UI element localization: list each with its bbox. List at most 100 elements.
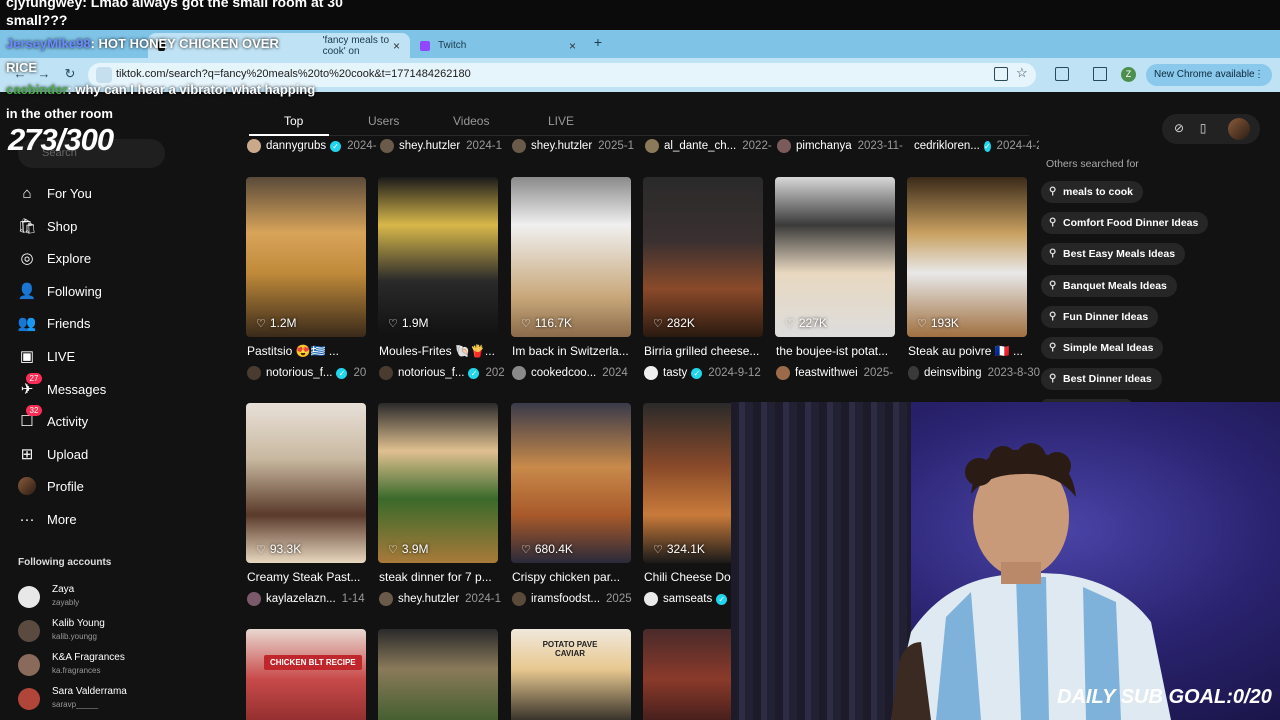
account-name: K&A Fragrances (52, 652, 125, 663)
video-author[interactable]: tasty ✓ 2024-9-12 (644, 365, 776, 381)
sidebar-item-for-you[interactable]: ⌂ For You (18, 182, 91, 204)
related-search-pill[interactable]: ⚲ Comfort Food Dinner Ideas (1041, 212, 1209, 235)
video-caption[interactable]: Pastitsio 😍🇬🇷 ... (247, 344, 375, 358)
verified-badge-icon: ✓ (983, 140, 991, 152)
video-card[interactable]: ♡ 193K Steak au poivre 🇫🇷 ... deinsvibing 20… (907, 177, 1040, 382)
tab-top[interactable]: Top (284, 114, 303, 128)
close-tab-icon[interactable]: × (393, 39, 400, 53)
video-caption[interactable]: Moules-Frites 🐚🍟... (379, 344, 507, 358)
video-card[interactable]: ♡ 1.9M Moules-Frites 🐚🍟... notorious_f... ✓ 2… (378, 177, 505, 382)
video-caption[interactable]: Im back in Switzerla... (512, 344, 640, 358)
tab-users[interactable]: Users (368, 114, 399, 128)
sidebar-item-label: Messages (47, 381, 107, 397)
related-search-pill[interactable]: ⚲ Simple Meal Ideas (1041, 337, 1164, 359)
sidebar-item-more[interactable]: ··· More (18, 508, 77, 530)
cast-icon[interactable] (1055, 67, 1069, 81)
video-thumbnail[interactable] (378, 403, 498, 563)
video-thumbnail[interactable] (511, 403, 631, 563)
forward-icon[interactable]: → (36, 66, 52, 82)
install-app-icon[interactable] (994, 67, 1008, 81)
video-thumbnail[interactable] (246, 403, 366, 563)
video-author[interactable]: feastwithwei 2025- (776, 365, 908, 381)
compass-icon: ◎ (20, 250, 34, 267)
active-tab-indicator (249, 134, 329, 136)
video-caption[interactable]: the boujee-ist potat... (776, 344, 904, 358)
following-account[interactable]: Kalib Young kalib.youngg (18, 618, 168, 648)
mobile-app-icon[interactable]: ▯ (1196, 121, 1210, 135)
following-account[interactable]: K&A Fragrances ka.fragrances (18, 652, 168, 682)
video-author[interactable]: kaylazelazn... 1-14 (247, 591, 379, 607)
post-date: 2025 (606, 593, 632, 605)
tab-videos[interactable]: Videos (453, 114, 489, 128)
related-search-pill[interactable]: ⚲ Best Easy Meals Ideas (1041, 243, 1186, 266)
sidebar-item-upload[interactable]: ⊞ Upload (18, 443, 89, 465)
sidebar-item-shop[interactable]: 🛍 Shop (17, 215, 77, 237)
author-row[interactable]: dannygrubs ✓ 2024- (247, 138, 377, 154)
video-card[interactable]: ♡ 227K the boujee-ist potat... feastwithwei… (775, 177, 895, 382)
author-row[interactable]: cedrikloren...✓ 2024-4-24 (909, 138, 1039, 154)
user-avatar[interactable] (1228, 118, 1250, 140)
chrome-profile-avatar[interactable]: Z (1121, 67, 1136, 82)
close-tab-icon[interactable]: × (569, 39, 576, 53)
profile-avatar (18, 477, 36, 495)
video-thumbnail[interactable] (775, 177, 895, 337)
video-caption[interactable]: Birria grilled cheese... (644, 344, 772, 358)
account-handle: zayably (52, 598, 80, 607)
video-card[interactable]: ♡ 282K Birria grilled cheese... tasty ✓ 2024-… (643, 177, 763, 382)
like-value: 1.2M (269, 316, 297, 330)
video-thumbnail[interactable] (378, 177, 498, 337)
bookmark-star-icon[interactable]: ☆ (1016, 65, 1028, 81)
related-search-pill[interactable]: ⚲ meals to cook (1041, 181, 1144, 203)
video-thumbnail[interactable] (643, 177, 763, 337)
video-card[interactable]: ♡ 1.2M Pastitsio 😍🇬🇷 ... notorious_f... ✓ 20 (246, 177, 366, 382)
related-search-pill[interactable]: ⚲ Banquet Meals Ideas (1041, 274, 1177, 297)
sidebar-item-following[interactable]: 👤 Following (18, 280, 102, 302)
author-row[interactable]: shey.hutzler 2024-1 (380, 138, 510, 154)
new-tab-icon[interactable]: + (590, 34, 606, 50)
following-account[interactable]: Sara Valderrama saravp_____ (18, 686, 168, 716)
tab-search-icon[interactable] (1093, 67, 1107, 81)
video-caption[interactable]: steak dinner for 7 p... (379, 570, 507, 584)
author-avatar (645, 139, 659, 153)
tab-twitch[interactable]: Twitch × (410, 33, 586, 58)
video-card[interactable]: ♡ 3.9M steak dinner for 7 p... shey.hutzler… (378, 403, 501, 608)
like-count: ♡ 282K (653, 316, 695, 330)
video-thumbnail[interactable] (378, 629, 498, 720)
following-account[interactable]: Zaya zayably (18, 584, 168, 614)
verified-badge-icon: ✓ (691, 367, 703, 379)
video-thumbnail[interactable] (246, 629, 366, 720)
author-row[interactable]: al_dante_ch... 2022- (645, 138, 775, 154)
author-row[interactable]: shey.hutzler 2025-1 (512, 138, 642, 154)
related-search-pill[interactable]: ⚲ Best Dinner Ideas (1041, 368, 1162, 391)
author-name: cedrikloren... (914, 140, 980, 152)
chrome-menu-icon[interactable]: ⋮ (1254, 64, 1264, 86)
video-author[interactable]: cookedcoo... 2024 (512, 365, 644, 381)
video-card[interactable]: ♡ 680.4K Crispy chicken par... iramsfoodst.… (511, 403, 632, 608)
reload-icon[interactable]: ↻ (62, 66, 78, 82)
sidebar-item-live[interactable]: ▣ LIVE (18, 345, 75, 367)
video-author[interactable]: iramsfoodst... 2025 (512, 591, 644, 607)
site-settings-icon[interactable] (96, 67, 112, 83)
new-chrome-available-button[interactable]: New Chrome available ⋮ (1146, 64, 1272, 86)
tab-live[interactable]: LIVE (548, 114, 574, 128)
video-caption[interactable]: Steak au poivre 🇫🇷 ... (908, 344, 1036, 358)
author-row[interactable]: pimchanya 2023-11- (777, 138, 907, 154)
video-card[interactable]: ♡ 116.7K Im back in Switzerla... cookedcoo.… (511, 177, 631, 382)
video-thumbnail[interactable] (511, 177, 631, 337)
video-author[interactable]: notorious_f... ✓ 202 (379, 365, 511, 381)
video-thumbnail[interactable] (246, 177, 366, 337)
sidebar-item-friends[interactable]: 👥 Friends (18, 312, 91, 334)
video-author[interactable]: deinsvibing 2023-8-30 (908, 365, 1040, 381)
video-card[interactable]: ♡ 93.3K Creamy Steak Past... kaylazelazn...… (246, 403, 366, 608)
video-author[interactable]: notorious_f... ✓ 20 (247, 365, 379, 381)
sidebar-item-profile[interactable]: Profile (18, 475, 84, 497)
like-value: 116.7K (534, 316, 573, 330)
coins-icon[interactable]: ⊘ (1172, 121, 1186, 135)
video-author[interactable]: shey.hutzler 2024-1 (379, 591, 511, 607)
video-caption[interactable]: Crispy chicken par... (512, 570, 640, 584)
verified-badge-icon: ✓ (336, 367, 348, 379)
video-caption[interactable]: Creamy Steak Past... (247, 570, 375, 584)
related-search-pill[interactable]: ⚲ Fun Dinner Ideas (1041, 305, 1159, 328)
video-thumbnail[interactable] (907, 177, 1027, 337)
sidebar-item-explore[interactable]: ◎ Explore (18, 247, 91, 269)
